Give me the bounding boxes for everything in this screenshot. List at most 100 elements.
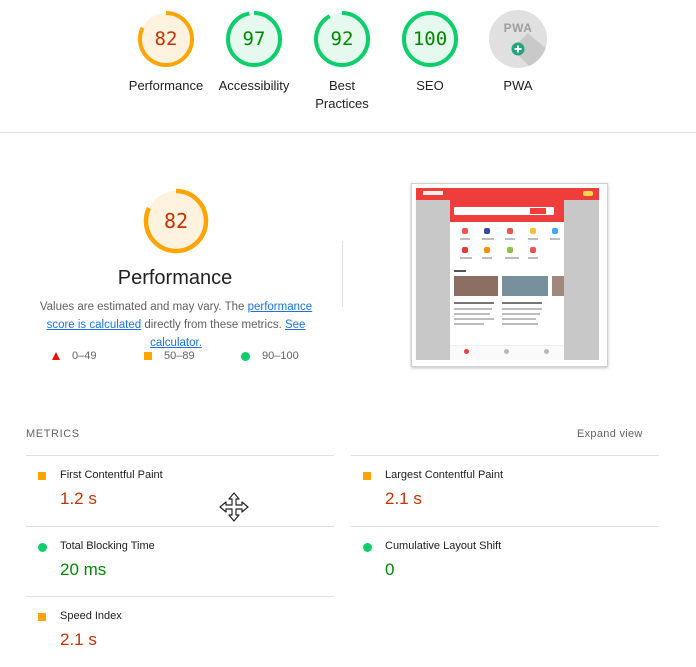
square-icon bbox=[363, 472, 371, 480]
screenshot-text bbox=[454, 308, 492, 310]
screenshot-nav-dot bbox=[504, 349, 509, 354]
square-icon bbox=[38, 472, 46, 480]
screenshot-text bbox=[502, 313, 540, 315]
gauge-accessibility[interactable]: 97 Accessibility bbox=[204, 9, 304, 95]
screenshot-tile bbox=[462, 228, 468, 234]
legend-range: 0–49 bbox=[72, 350, 97, 362]
metric-name: Speed Index bbox=[60, 610, 122, 622]
move-cursor-icon bbox=[219, 492, 249, 522]
screenshot-side-left bbox=[416, 200, 450, 360]
gauge-score: 82 bbox=[154, 28, 178, 50]
metric-cumulative-layout-shift: Cumulative Layout Shift 0 bbox=[351, 526, 659, 597]
screenshot-bottom-nav bbox=[450, 345, 564, 360]
screenshot-text bbox=[454, 270, 466, 272]
screenshot-tile bbox=[507, 247, 513, 253]
screenshot-text bbox=[505, 257, 519, 259]
screenshot-text bbox=[502, 318, 536, 320]
performance-gauge-large: 82 bbox=[142, 187, 210, 255]
metric-speed-index: Speed Index 2.1 s bbox=[26, 596, 334, 667]
square-icon bbox=[38, 613, 46, 621]
divider bbox=[342, 241, 343, 307]
screenshot-text bbox=[528, 257, 538, 259]
metric-largest-contentful-paint: Largest Contentful Paint 2.1 s bbox=[351, 455, 659, 526]
screenshot-text bbox=[502, 323, 538, 325]
description-text: Values are estimated and may vary. The bbox=[39, 301, 248, 313]
metric-value: 0 bbox=[385, 560, 395, 579]
gauge-label: SEO bbox=[416, 78, 444, 93]
legend-pass: 90–100 bbox=[241, 350, 299, 362]
expand-view-button[interactable]: Expand view bbox=[577, 428, 643, 440]
circle-icon bbox=[38, 543, 47, 552]
circle-icon bbox=[363, 543, 372, 552]
screenshot-tile bbox=[484, 247, 490, 253]
screenshot-header-pill bbox=[583, 191, 593, 196]
screenshot-text bbox=[482, 238, 494, 240]
legend-range: 50–89 bbox=[164, 350, 195, 362]
performance-title: Performance bbox=[117, 267, 233, 289]
gauge-seo[interactable]: 100 SEO bbox=[380, 9, 480, 95]
screenshot-tile bbox=[552, 228, 558, 234]
screenshot-text bbox=[528, 238, 538, 240]
gauge-label: Accessibility bbox=[218, 78, 290, 93]
screenshot-body bbox=[450, 200, 564, 360]
screenshot-search-button bbox=[530, 208, 546, 214]
gauge-pwa[interactable]: PWA PWA bbox=[468, 9, 568, 95]
gauge-performance[interactable]: 82 Performance bbox=[116, 9, 216, 95]
screenshot-text bbox=[454, 323, 484, 325]
performance-score: 82 bbox=[163, 209, 189, 233]
legend-range: 90–100 bbox=[262, 350, 299, 362]
screenshot-text bbox=[482, 257, 492, 259]
screenshot-logo bbox=[423, 191, 443, 195]
screenshot-tile bbox=[530, 247, 536, 253]
page-screenshot-icon[interactable] bbox=[411, 183, 608, 367]
screenshot-image bbox=[454, 276, 498, 296]
metric-total-blocking-time: Total Blocking Time 20 ms bbox=[26, 526, 334, 597]
gauge-score: 100 bbox=[412, 28, 448, 50]
screenshot-text bbox=[502, 302, 542, 304]
screenshot-tile bbox=[507, 228, 513, 234]
screenshot-nav-dot bbox=[464, 349, 469, 354]
metrics-header: METRICS bbox=[26, 428, 80, 440]
gauge-label: PWA bbox=[503, 78, 533, 93]
gauge-best-practices[interactable]: 92 Best Practices bbox=[292, 9, 392, 113]
screenshot-text bbox=[454, 302, 494, 304]
metric-value: 1.2 s bbox=[60, 489, 97, 508]
screenshot-tile bbox=[484, 228, 490, 234]
screenshot-text bbox=[550, 238, 560, 240]
pwa-badge-icon bbox=[489, 10, 547, 68]
screenshot-image bbox=[552, 276, 564, 296]
screenshot-tile bbox=[462, 247, 468, 253]
pwa-badge-text: PWA bbox=[503, 21, 533, 35]
metric-value: 2.1 s bbox=[385, 489, 422, 508]
screenshot-text bbox=[454, 313, 490, 315]
gauge-score: 97 bbox=[242, 28, 266, 50]
legend-average: 50–89 bbox=[144, 350, 195, 362]
gauge-label: Best Practices bbox=[315, 78, 369, 111]
screenshot-image bbox=[502, 276, 548, 296]
metric-first-contentful-paint: First Contentful Paint 1.2 s bbox=[26, 455, 334, 526]
screenshot-nav-dot bbox=[544, 349, 549, 354]
metric-name: Total Blocking Time bbox=[60, 540, 155, 552]
screenshot-hero bbox=[450, 200, 564, 222]
metric-name: First Contentful Paint bbox=[60, 469, 163, 481]
metric-name: Largest Contentful Paint bbox=[385, 469, 504, 481]
screenshot-text bbox=[502, 308, 542, 310]
metric-name: Cumulative Layout Shift bbox=[385, 540, 502, 552]
screenshot-text bbox=[454, 318, 494, 320]
square-icon bbox=[144, 352, 152, 360]
circle-icon bbox=[241, 351, 250, 361]
performance-description: Values are estimated and may vary. The p… bbox=[26, 298, 326, 352]
metric-value: 2.1 s bbox=[60, 630, 97, 649]
screenshot-tile bbox=[530, 228, 536, 234]
screenshot-text bbox=[460, 238, 470, 240]
gauge-score: 92 bbox=[330, 28, 354, 50]
legend-fail: 0–49 bbox=[52, 350, 96, 362]
category-gauges: 82 Performance 97 Accessibility 92 Best … bbox=[0, 0, 696, 133]
triangle-icon bbox=[52, 352, 60, 360]
gauge-label: Performance bbox=[128, 78, 204, 93]
screenshot-text bbox=[505, 238, 515, 240]
screenshot-side-right bbox=[564, 200, 599, 360]
screenshot-header bbox=[416, 188, 599, 200]
description-text: directly from these metrics. bbox=[141, 319, 285, 331]
screenshot-text bbox=[460, 257, 472, 259]
